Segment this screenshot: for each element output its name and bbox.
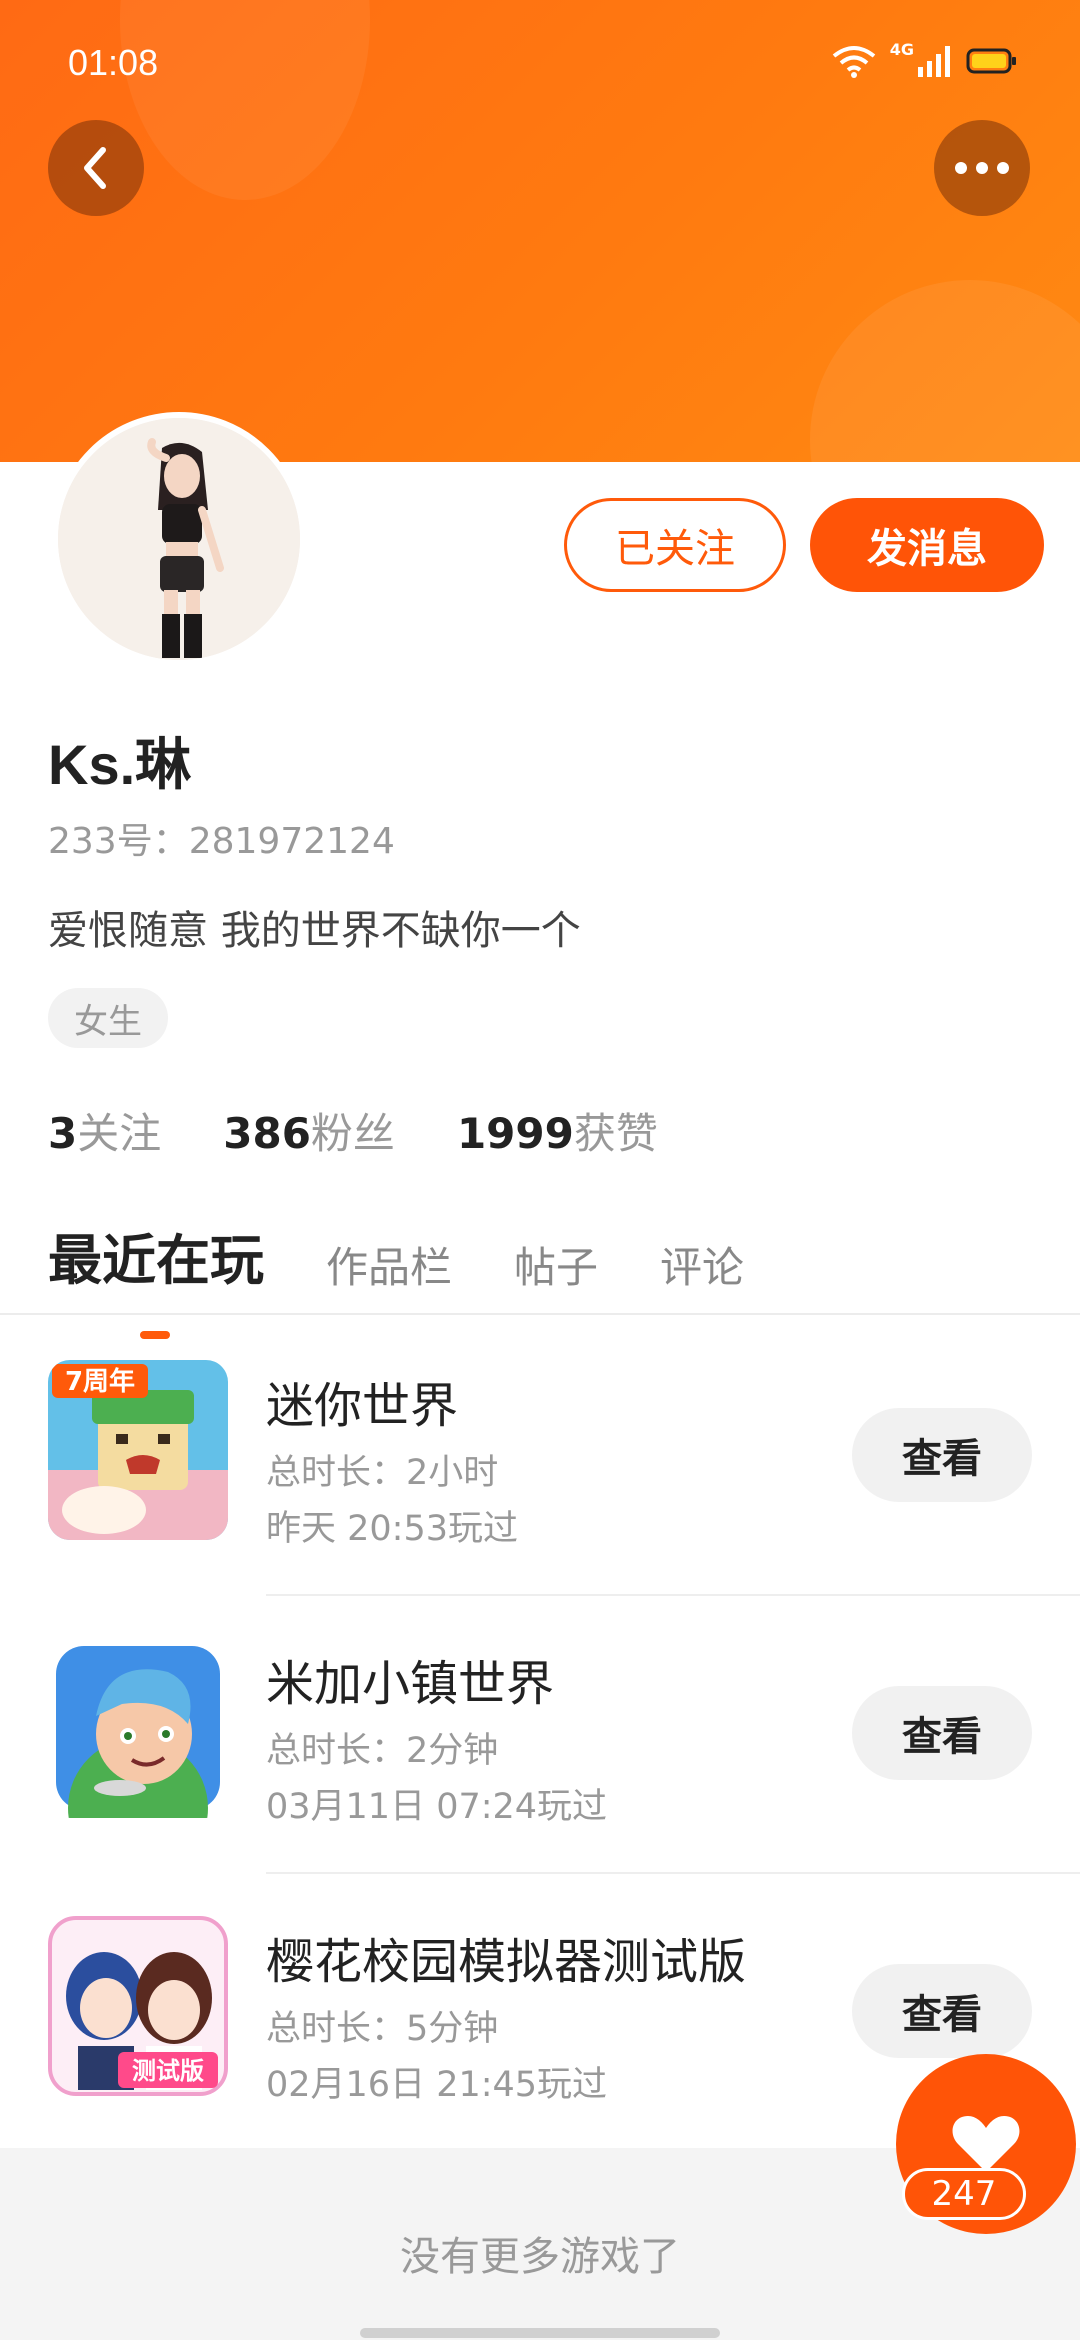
game-icon-badge: 7周年 bbox=[65, 1366, 135, 1397]
battery-icon bbox=[966, 48, 1016, 74]
send-message-button[interactable]: 发消息 bbox=[810, 498, 1044, 592]
game-last-played: 03月11日 07:24玩过 bbox=[266, 1787, 608, 1827]
heart-icon bbox=[952, 2116, 1020, 2172]
view-game-button[interactable]: 查看 bbox=[852, 1686, 1032, 1780]
game-icon-miga-town bbox=[48, 1638, 228, 1818]
gender-tag: 女生 bbox=[48, 988, 168, 1048]
profile-tabs: 最近在玩 作品栏 帖子 评论 bbox=[48, 1216, 744, 1339]
user-id: 233号：281972124 bbox=[48, 821, 395, 862]
game-last-played: 02月16日 21:45玩过 bbox=[266, 2065, 608, 2105]
back-button[interactable] bbox=[48, 120, 144, 216]
game-list-item[interactable]: 7周年 迷你世界 总时长：2小时 昨天 20:53玩过 查看 bbox=[0, 1318, 1080, 1596]
stat-fans[interactable]: 386粉丝 bbox=[223, 1100, 395, 1161]
game-icon-badge: 测试版 bbox=[132, 2057, 204, 2085]
stat-value: 3 bbox=[48, 1109, 78, 1158]
game-title: 米加小镇世界 bbox=[266, 1656, 555, 1712]
like-count-badge: 247 bbox=[902, 2168, 1026, 2220]
network-type-label: 4G bbox=[889, 39, 914, 59]
avatar-illustration bbox=[58, 418, 300, 660]
user-stats: 3关注 386粉丝 1999获赞 bbox=[48, 1100, 658, 1161]
stat-following[interactable]: 3关注 bbox=[48, 1100, 161, 1161]
stat-label: 粉丝 bbox=[310, 1109, 395, 1158]
tab-posts[interactable]: 帖子 bbox=[514, 1234, 598, 1295]
more-dots-icon bbox=[955, 162, 1009, 174]
stat-label: 获赞 bbox=[573, 1109, 658, 1158]
game-total-duration: 总时长：2小时 bbox=[266, 1453, 499, 1493]
game-title: 迷你世界 bbox=[266, 1378, 459, 1434]
stat-likes[interactable]: 1999获赞 bbox=[457, 1100, 658, 1161]
view-game-button[interactable]: 查看 bbox=[852, 1964, 1032, 2058]
view-game-button[interactable]: 查看 bbox=[852, 1408, 1032, 1502]
wifi-icon bbox=[832, 46, 875, 78]
game-last-played: 昨天 20:53玩过 bbox=[266, 1509, 518, 1549]
stat-label: 关注 bbox=[77, 1109, 162, 1158]
user-avatar[interactable] bbox=[52, 412, 306, 666]
no-more-games-text: 没有更多游戏了 bbox=[400, 2234, 680, 2280]
stat-value: 1999 bbox=[456, 1109, 574, 1158]
game-icon-mini-world: 7周年 bbox=[48, 1360, 228, 1540]
tab-works[interactable]: 作品栏 bbox=[326, 1234, 452, 1295]
user-bio: 爱恨随意 我的世界不缺你一个 bbox=[48, 908, 581, 954]
tab-comments[interactable]: 评论 bbox=[660, 1234, 744, 1295]
more-options-button[interactable] bbox=[934, 120, 1030, 216]
game-total-duration: 总时长：5分钟 bbox=[266, 2009, 499, 2049]
signal-icon bbox=[918, 46, 950, 77]
game-title: 樱花校园模拟器测试版 bbox=[266, 1934, 747, 1990]
tabs-divider bbox=[0, 1313, 1080, 1315]
tab-recently-played[interactable]: 最近在玩 bbox=[48, 1216, 264, 1339]
home-indicator[interactable] bbox=[360, 2328, 720, 2338]
user-name: Ks.琳 bbox=[48, 733, 192, 796]
game-total-duration: 总时长：2分钟 bbox=[266, 1731, 499, 1771]
stat-value: 386 bbox=[223, 1109, 311, 1158]
back-arrow-icon bbox=[84, 147, 106, 189]
game-list-item[interactable]: 米加小镇世界 总时长：2分钟 03月11日 07:24玩过 查看 bbox=[0, 1596, 1080, 1874]
game-icon-sakura-school: 测试版 bbox=[48, 1916, 228, 2096]
status-bar-icons: 4G bbox=[832, 40, 1018, 78]
status-bar-time: 01:08 bbox=[68, 42, 159, 83]
following-button[interactable]: 已关注 bbox=[564, 498, 786, 592]
